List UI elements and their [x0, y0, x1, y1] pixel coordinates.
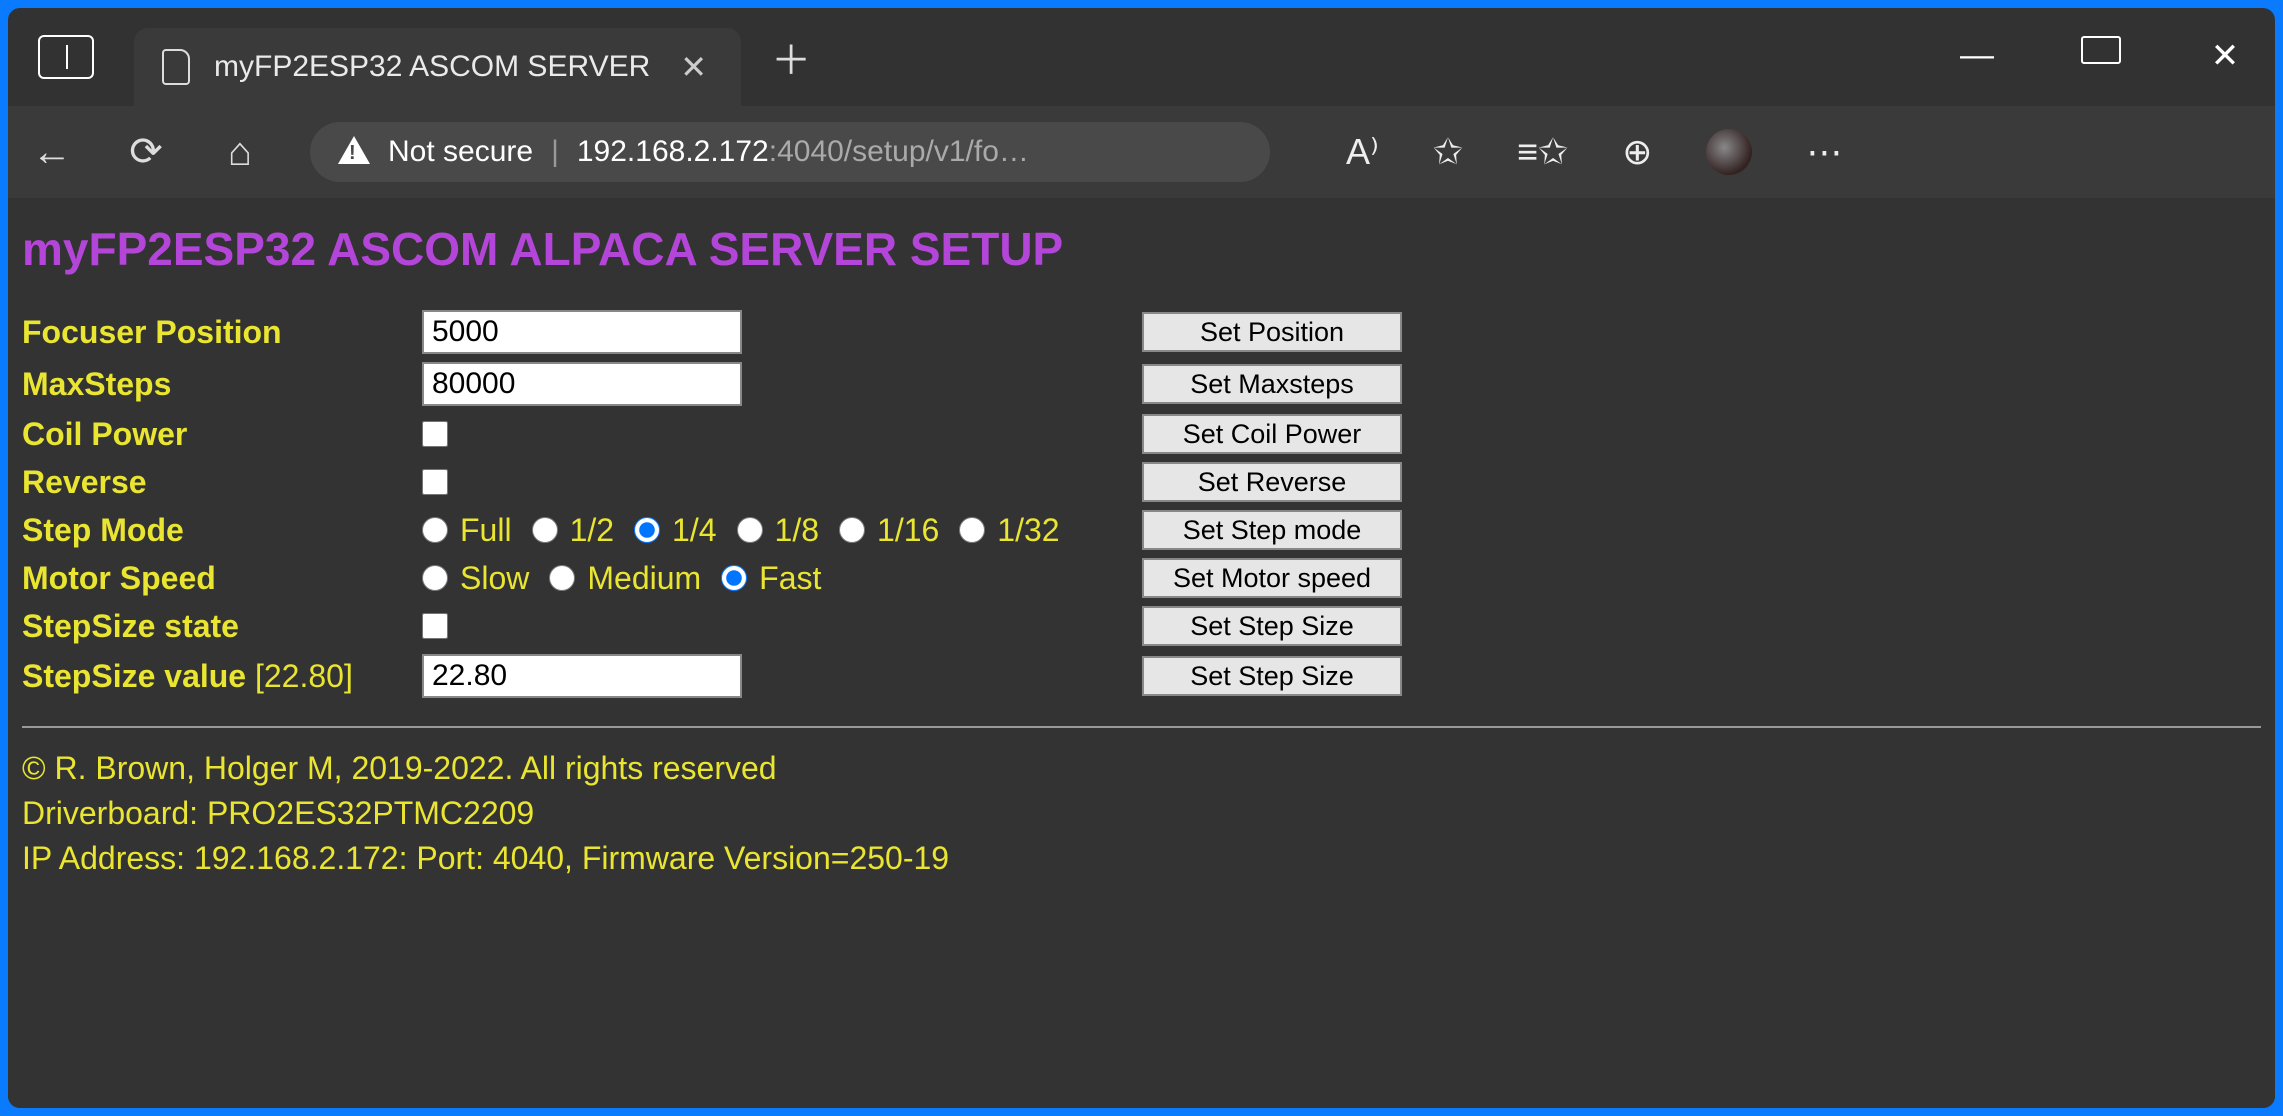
- set-maxsteps-button[interactable]: Set Maxsteps: [1142, 364, 1402, 404]
- address-bar[interactable]: Not secure | 192.168.2.172:4040/setup/v1…: [310, 122, 1270, 182]
- browser-toolbar: ← ⟳ ⌂ Not secure | 192.168.2.172:4040/se…: [8, 106, 2275, 198]
- page-content: myFP2ESP32 ASCOM ALPACA SERVER SETUP Foc…: [8, 198, 2275, 1108]
- set-stepsize-value-button[interactable]: Set Step Size: [1142, 656, 1402, 696]
- collections-icon[interactable]: ⊕: [1622, 131, 1652, 173]
- browser-window: myFP2ESP32 ASCOM SERVER ✕ ＋ — ✕ ← ⟳ ⌂ No…: [8, 8, 2275, 1108]
- more-menu-icon[interactable]: ⋯: [1806, 131, 1842, 173]
- label-focuser-position: Focuser Position: [22, 314, 422, 351]
- toolbar-actions: A⁾ ✩ ≡✩ ⊕ ⋯: [1346, 129, 1842, 175]
- step-mode-group: Full 1/2 1/4 1/8 1/16 1/32: [422, 512, 1142, 549]
- reverse-checkbox[interactable]: [422, 469, 448, 495]
- motor-speed-slow[interactable]: [422, 565, 448, 591]
- step-mode-eighth[interactable]: [737, 517, 763, 543]
- label-coil-power: Coil Power: [22, 416, 422, 453]
- tab-actions-icon[interactable]: [38, 35, 94, 79]
- set-step-mode-button[interactable]: Set Step mode: [1142, 510, 1402, 550]
- home-button[interactable]: ⌂: [216, 130, 264, 175]
- step-mode-thirtysecond[interactable]: [959, 517, 985, 543]
- close-tab-icon[interactable]: ✕: [674, 48, 713, 86]
- set-coil-power-button[interactable]: Set Coil Power: [1142, 414, 1402, 454]
- restore-button[interactable]: [2081, 36, 2121, 76]
- label-stepsize-value: StepSize value [22.80]: [22, 658, 422, 695]
- label-reverse: Reverse: [22, 464, 422, 501]
- back-button[interactable]: ←: [28, 130, 76, 175]
- label-step-mode: Step Mode: [22, 512, 422, 549]
- page-heading: myFP2ESP32 ASCOM ALPACA SERVER SETUP: [22, 222, 2261, 276]
- step-mode-sixteenth[interactable]: [839, 517, 865, 543]
- security-label: Not secure: [388, 135, 533, 169]
- label-maxsteps: MaxSteps: [22, 366, 422, 403]
- set-stepsize-state-button[interactable]: Set Step Size: [1142, 606, 1402, 646]
- url-host: 192.168.2.172: [577, 135, 769, 168]
- stepsize-value-input[interactable]: [422, 654, 742, 698]
- tab-strip: myFP2ESP32 ASCOM SERVER ✕ ＋: [8, 8, 811, 106]
- footer-copyright: © R. Brown, Holger M, 2019-2022. All rig…: [22, 746, 2261, 791]
- set-position-button[interactable]: Set Position: [1142, 312, 1402, 352]
- page-footer: © R. Brown, Holger M, 2019-2022. All rig…: [22, 746, 2261, 880]
- stepsize-current-annot: [22.80]: [255, 658, 353, 694]
- read-aloud-icon[interactable]: A⁾: [1346, 131, 1379, 173]
- page-icon: [162, 49, 190, 85]
- maxsteps-input[interactable]: [422, 362, 742, 406]
- settings-form: Focuser Position Set Position MaxSteps S…: [22, 310, 2261, 698]
- favorites-bar-icon[interactable]: ≡✩: [1517, 131, 1568, 173]
- footer-driverboard: Driverboard: PRO2ES32PTMC2209: [22, 791, 2261, 836]
- coil-power-checkbox[interactable]: [422, 421, 448, 447]
- url-path: :4040/setup/v1/fo…: [769, 135, 1029, 168]
- step-mode-quarter[interactable]: [634, 517, 660, 543]
- new-tab-button[interactable]: ＋: [771, 28, 811, 86]
- footer-network: IP Address: 192.168.2.172: Port: 4040, F…: [22, 836, 2261, 881]
- not-secure-icon: [338, 136, 370, 164]
- motor-speed-medium[interactable]: [549, 565, 575, 591]
- set-reverse-button[interactable]: Set Reverse: [1142, 462, 1402, 502]
- focuser-position-input[interactable]: [422, 310, 742, 354]
- window-controls: — ✕: [1957, 36, 2245, 76]
- stepsize-state-checkbox[interactable]: [422, 613, 448, 639]
- motor-speed-fast[interactable]: [721, 565, 747, 591]
- titlebar: myFP2ESP32 ASCOM SERVER ✕ ＋ — ✕: [8, 8, 2275, 106]
- address-separator: |: [551, 135, 559, 169]
- refresh-button[interactable]: ⟳: [122, 129, 170, 175]
- step-mode-half[interactable]: [532, 517, 558, 543]
- divider: [22, 726, 2261, 728]
- tab-title: myFP2ESP32 ASCOM SERVER: [214, 50, 650, 84]
- motor-speed-group: Slow Medium Fast: [422, 560, 1142, 597]
- profile-avatar[interactable]: [1706, 129, 1752, 175]
- label-motor-speed: Motor Speed: [22, 560, 422, 597]
- favorite-icon[interactable]: ✩: [1433, 131, 1463, 173]
- set-motor-speed-button[interactable]: Set Motor speed: [1142, 558, 1402, 598]
- label-stepsize-state: StepSize state: [22, 608, 422, 645]
- step-mode-full[interactable]: [422, 517, 448, 543]
- browser-tab[interactable]: myFP2ESP32 ASCOM SERVER ✕: [134, 28, 741, 106]
- close-window-button[interactable]: ✕: [2205, 36, 2245, 76]
- minimize-button[interactable]: —: [1957, 36, 1997, 76]
